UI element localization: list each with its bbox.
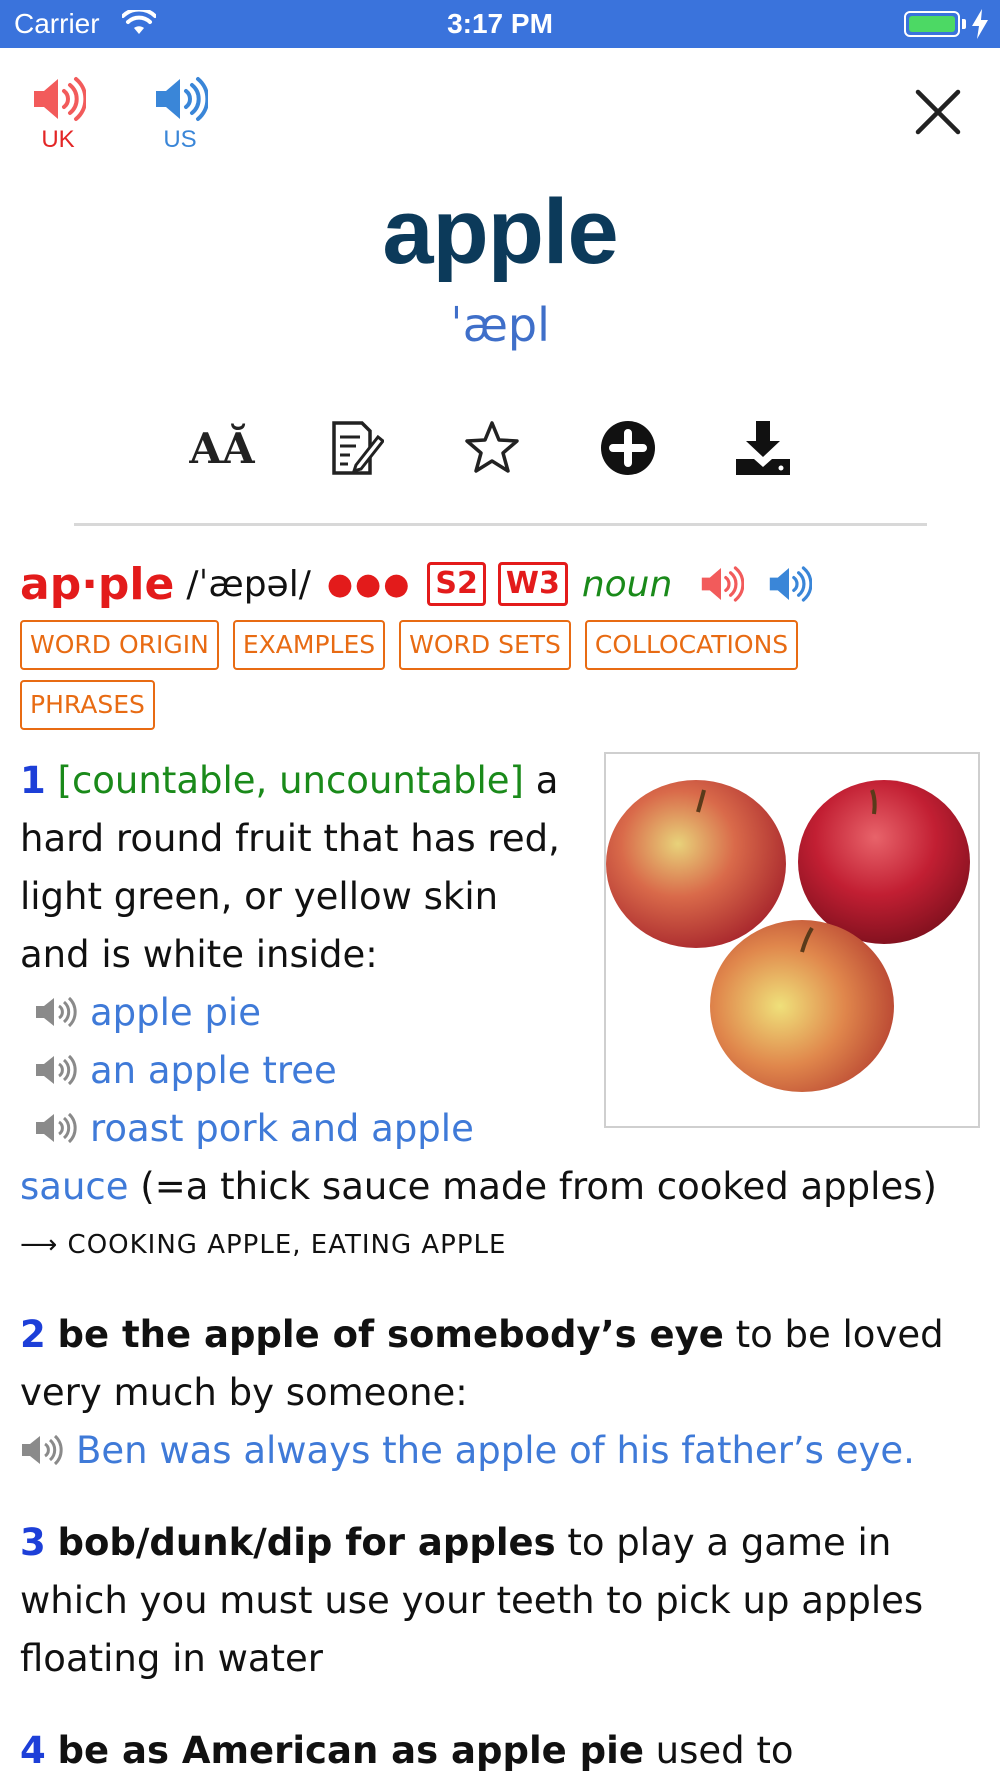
example-text: sauce — [20, 1165, 129, 1208]
spoken-frequency-badge: S2 — [427, 562, 486, 606]
sense-1: 1 [countable, uncountable] a hard round … — [20, 752, 600, 1158]
speaker-icon[interactable] — [34, 1053, 80, 1087]
add-to-list-button[interactable] — [598, 418, 658, 478]
divider — [74, 523, 927, 526]
tag-collocations[interactable]: COLLOCATIONS — [584, 620, 799, 670]
uk-label: UK — [41, 126, 75, 153]
close-icon[interactable] — [912, 86, 964, 138]
speaker-icon — [156, 77, 208, 121]
sense-1-continuation: sauce (=a thick sauce made from cooked a… — [20, 1158, 990, 1216]
font-size-button[interactable]: AĂ — [189, 418, 255, 478]
speaker-icon[interactable] — [34, 995, 80, 1029]
note-icon — [332, 421, 384, 475]
sense-number: 3 — [20, 1521, 46, 1564]
entry-headword: ap·ple — [20, 558, 175, 610]
definition-text: which you must use your teeth to pick up… — [20, 1579, 924, 1622]
phonetic-transcription: ˈæpl — [450, 298, 550, 352]
example-row[interactable]: an apple tree — [20, 1042, 600, 1100]
sense-4: 4 be as American as apple pie used to — [20, 1722, 990, 1778]
phrase-text: be as American as apple pie — [57, 1729, 644, 1772]
sense-3: 3 bob/dunk/dip for apples to play a game… — [20, 1514, 990, 1688]
definition-text: a — [535, 759, 559, 802]
definition-text: and is white inside: — [20, 933, 378, 976]
apple-illustration — [604, 752, 980, 1128]
definition-text: floating in water — [20, 1637, 324, 1680]
clock: 3:17 PM — [447, 8, 553, 39]
speaker-icon[interactable] — [20, 1433, 66, 1467]
definition-text: light green, or yellow skin — [20, 875, 499, 918]
us-label: US — [163, 126, 197, 153]
tag-phrases[interactable]: PHRASES — [20, 680, 155, 730]
tag-word-origin[interactable]: WORD ORIGIN — [20, 620, 219, 670]
download-button[interactable] — [733, 418, 793, 478]
example-text: an apple tree — [90, 1049, 337, 1092]
sense-number: 4 — [20, 1729, 46, 1772]
speaker-icon — [34, 77, 86, 121]
example-text: roast pork and apple — [90, 1107, 474, 1150]
tag-examples[interactable]: EXAMPLES — [232, 620, 386, 670]
example-row[interactable]: apple pie — [20, 984, 600, 1042]
entry-header: ap·ple /ˈæpəl/ ●●● S2 W3 noun — [20, 556, 980, 612]
favorite-button[interactable] — [462, 418, 522, 478]
uk-speaker-icon[interactable] — [698, 564, 745, 604]
written-frequency-badge: W3 — [497, 562, 568, 606]
definition-text: used to — [643, 1729, 794, 1772]
sense-number: 1 — [20, 759, 46, 802]
charging-bolt-icon — [972, 9, 988, 39]
gloss-text: (=a thick sauce made from cooked apples) — [128, 1165, 937, 1208]
definition-text: hard round fruit that has red, — [20, 817, 560, 860]
example-row[interactable]: roast pork and apple — [20, 1100, 600, 1158]
definition-text: to be loved — [723, 1313, 944, 1356]
example-text: apple pie — [90, 991, 261, 1034]
font-size-icon: AĂ — [189, 423, 255, 473]
speaker-icon[interactable] — [34, 1111, 80, 1145]
apples-image — [606, 780, 970, 1092]
us-speaker-icon[interactable] — [766, 564, 813, 604]
us-pronunciation-button[interactable]: US — [150, 74, 210, 154]
grammar-label: [countable, uncountable] — [57, 759, 524, 802]
entry-ipa: /ˈæpəl/ — [186, 563, 311, 605]
note-button[interactable] — [325, 418, 385, 478]
cross-reference[interactable]: ⟶ COOKING APPLE, EATING APPLE — [20, 1230, 506, 1260]
status-bar: Carrier 3:17 PM — [0, 0, 1000, 48]
section-tags: WORD ORIGIN EXAMPLES WORD SETS COLLOCATI… — [20, 620, 900, 730]
example-text: Ben was always the apple of his father’s… — [76, 1429, 915, 1472]
dictionary-entry: ap·ple /ˈæpəl/ ●●● S2 W3 noun WORD ORIGI… — [20, 556, 980, 730]
uk-pronunciation-button[interactable]: UK — [28, 74, 88, 154]
part-of-speech: noun — [581, 563, 673, 605]
phrase-text: bob/dunk/dip for apples — [57, 1521, 556, 1564]
plus-circle-icon — [601, 421, 655, 475]
sense-2: 2 be the apple of somebody’s eye to be l… — [20, 1306, 990, 1480]
download-icon — [736, 421, 790, 475]
star-icon — [465, 421, 519, 473]
sense-number: 2 — [20, 1313, 46, 1356]
page-title: apple — [382, 181, 618, 283]
definition-text: to play a game in — [555, 1521, 892, 1564]
frequency-dots: ●●● — [326, 566, 412, 602]
phrase-text: be the apple of somebody’s eye — [57, 1313, 724, 1356]
definition-text: very much by someone: — [20, 1371, 468, 1414]
example-row[interactable]: Ben was always the apple of his father’s… — [6, 1422, 990, 1480]
tag-word-sets[interactable]: WORD SETS — [399, 620, 571, 670]
battery-icon — [904, 11, 960, 37]
